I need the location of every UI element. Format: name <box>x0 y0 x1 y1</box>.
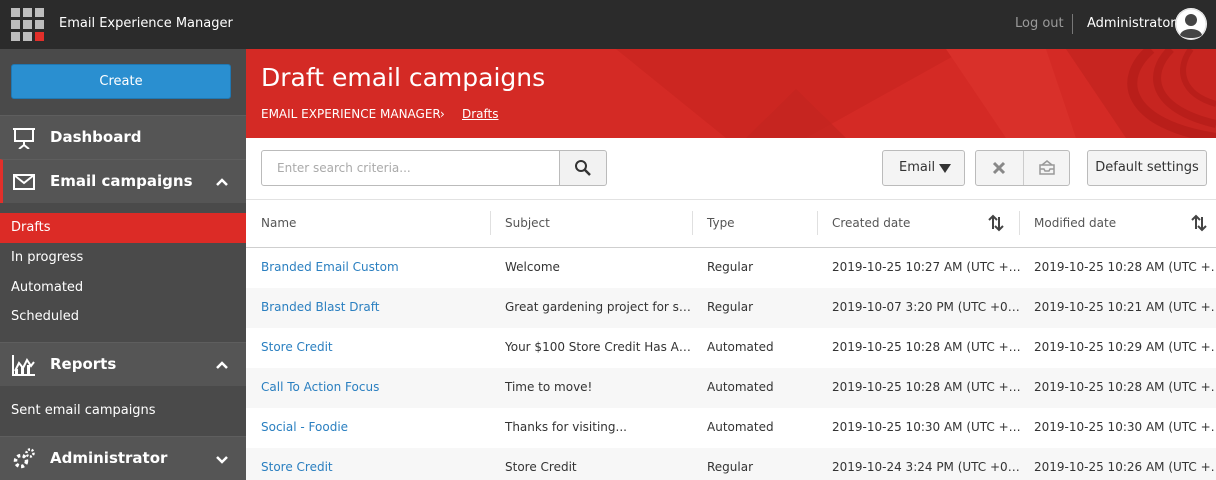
nav-email-campaigns[interactable]: Email campaigns <box>0 159 246 203</box>
search-input[interactable] <box>261 150 560 186</box>
table-row[interactable]: Social - Foodie Thanks for visiting... Aut… <box>246 408 1216 448</box>
chevron-down-icon[interactable] <box>215 452 229 466</box>
sidebar-item-automated[interactable]: Automated <box>0 273 246 303</box>
column-divider <box>1019 211 1020 235</box>
created-date-cell: 2019-10-25 10:30 AM (UTC +… <box>832 420 1021 434</box>
send-button[interactable] <box>1024 151 1071 185</box>
column-divider <box>490 211 491 235</box>
column-header-created-date[interactable]: Created date <box>832 216 910 230</box>
sidebar: Create Dashboard Email campaigns Drafts … <box>0 49 246 480</box>
created-date-cell: 2019-10-07 3:20 PM (UTC +0… <box>832 300 1020 314</box>
chevron-up-icon[interactable] <box>215 175 229 189</box>
created-date-cell: 2019-10-24 3:24 PM (UTC +0… <box>832 460 1020 474</box>
column-divider <box>692 211 693 235</box>
column-header-type[interactable]: Type <box>707 216 735 230</box>
sidebar-item-drafts[interactable]: Drafts <box>0 213 246 243</box>
breadcrumb-root[interactable]: EMAIL EXPERIENCE MANAGER <box>261 107 441 121</box>
subject-cell: Your $100 Store Credit Has A… <box>505 340 691 354</box>
sort-icon[interactable] <box>988 214 1004 232</box>
email-filter-label: Email <box>899 160 936 175</box>
modified-date-cell: 2019-10-25 10:26 AM (UTC +… <box>1034 460 1216 474</box>
modified-date-cell: 2019-10-25 10:28 AM (UTC +… <box>1034 380 1216 394</box>
nav-reports[interactable]: Reports <box>0 342 246 386</box>
page-header-banner: Draft email campaigns EMAIL EXPERIENCE M… <box>246 49 1216 138</box>
campaign-name-link[interactable]: Branded Blast Draft <box>261 300 380 314</box>
action-button-group <box>975 150 1070 186</box>
table-row[interactable]: Call To Action Focus Time to move! Automat… <box>246 368 1216 408</box>
create-button[interactable]: Create <box>11 64 231 99</box>
user-name[interactable]: Administrator <box>1087 16 1176 31</box>
subject-cell: Store Credit <box>505 460 577 474</box>
sidebar-item-sent-email-campaigns[interactable]: Sent email campaigns <box>0 396 246 426</box>
sort-icon[interactable] <box>1191 214 1207 232</box>
type-cell: Automated <box>707 380 774 394</box>
column-header-subject[interactable]: Subject <box>505 216 550 230</box>
campaign-name-link[interactable]: Social - Foodie <box>261 420 348 434</box>
search-button[interactable] <box>559 150 607 186</box>
campaign-name-link[interactable]: Branded Email Custom <box>261 260 399 274</box>
table-row[interactable]: Store Credit Your $100 Store Credit Has A… <box>246 328 1216 368</box>
chevron-up-icon[interactable] <box>215 358 229 372</box>
nav-email-campaigns-label: Email campaigns <box>50 172 193 190</box>
nav-dashboard-label: Dashboard <box>50 128 142 146</box>
caret-down-icon <box>939 164 951 173</box>
subject-cell: Time to move! <box>505 380 593 394</box>
breadcrumb-separator: › <box>440 107 445 121</box>
subject-cell: Great gardening project for s… <box>505 300 691 314</box>
type-cell: Regular <box>707 300 754 314</box>
type-cell: Regular <box>707 260 754 274</box>
modified-date-cell: 2019-10-25 10:29 AM (UTC +… <box>1034 340 1216 354</box>
email-filter-dropdown[interactable]: Email <box>882 150 965 186</box>
logout-link[interactable]: Log out <box>1015 16 1064 31</box>
topbar-divider <box>1072 14 1073 34</box>
campaign-name-link[interactable]: Call To Action Focus <box>261 380 379 394</box>
modified-date-cell: 2019-10-25 10:21 AM (UTC +… <box>1034 300 1216 314</box>
subject-cell: Thanks for visiting... <box>505 420 627 434</box>
table-row[interactable]: Branded Blast Draft Great gardening proje… <box>246 288 1216 328</box>
table-row[interactable]: Branded Email Custom Welcome Regular 2019-1… <box>246 248 1216 288</box>
campaign-name-link[interactable]: Store Credit <box>261 460 333 474</box>
created-date-cell: 2019-10-25 10:28 AM (UTC +… <box>832 380 1021 394</box>
nav-administrator-label: Administrator <box>50 449 168 467</box>
delete-button[interactable] <box>976 151 1023 185</box>
nav-reports-label: Reports <box>50 355 117 373</box>
grid-logo-icon[interactable] <box>11 8 44 41</box>
dashboard-icon <box>13 128 35 149</box>
column-header-modified-date[interactable]: Modified date <box>1034 216 1116 230</box>
search-icon <box>575 160 591 176</box>
type-cell: Automated <box>707 340 774 354</box>
top-bar: Email Experience Manager Log out Adminis… <box>0 0 1216 49</box>
nav-dashboard[interactable]: Dashboard <box>0 115 246 159</box>
send-tray-icon <box>1039 160 1055 175</box>
sidebar-item-scheduled[interactable]: Scheduled <box>0 302 246 332</box>
modified-date-cell: 2019-10-25 10:30 AM (UTC +… <box>1034 420 1216 434</box>
app-title: Email Experience Manager <box>59 16 233 31</box>
gear-icon <box>13 448 35 469</box>
table-header: Name Subject Type Created date Modified … <box>246 199 1216 248</box>
column-divider <box>817 211 818 235</box>
envelope-icon <box>13 174 35 190</box>
modified-date-cell: 2019-10-25 10:28 AM (UTC +… <box>1034 260 1216 274</box>
created-date-cell: 2019-10-25 10:27 AM (UTC +… <box>832 260 1021 274</box>
table-row[interactable]: Store Credit Store Credit Regular 2019-10-2… <box>246 448 1216 480</box>
type-cell: Regular <box>707 460 754 474</box>
page-title: Draft email campaigns <box>261 63 546 92</box>
created-date-cell: 2019-10-25 10:28 AM (UTC +… <box>832 340 1021 354</box>
default-settings-button[interactable]: Default settings <box>1087 150 1207 186</box>
reports-chart-icon <box>12 355 35 376</box>
delete-x-icon <box>992 161 1006 175</box>
type-cell: Automated <box>707 420 774 434</box>
subject-cell: Welcome <box>505 260 560 274</box>
breadcrumb-current[interactable]: Drafts <box>462 107 499 121</box>
campaign-name-link[interactable]: Store Credit <box>261 340 333 354</box>
column-header-name[interactable]: Name <box>261 216 296 230</box>
sidebar-item-in-progress[interactable]: In progress <box>0 243 246 273</box>
nav-administrator[interactable]: Administrator <box>0 436 246 480</box>
user-avatar-icon[interactable] <box>1175 8 1207 40</box>
